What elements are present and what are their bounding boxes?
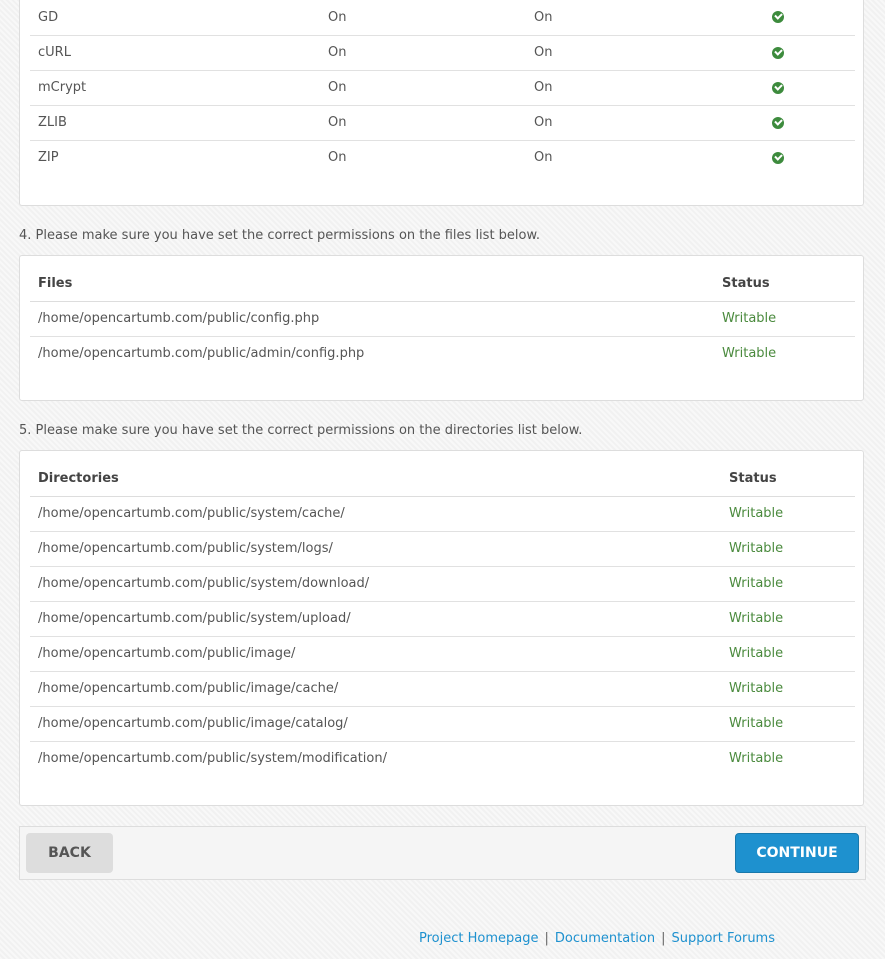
check-circle-icon [772, 116, 784, 129]
directories-table: Directories Status /home/opencartumb.com… [30, 461, 855, 776]
file-status: Writable [714, 335, 855, 371]
extension-current: On [320, 139, 526, 175]
table-row: /home/opencartumb.com/public/config.php … [30, 301, 855, 336]
table-row: /home/opencartumb.com/public/admin/confi… [30, 335, 855, 371]
directory-status: Writable [721, 530, 855, 566]
status-column-header: Status [721, 461, 855, 497]
documentation-link[interactable]: Documentation [555, 931, 655, 946]
extension-name: mCrypt [30, 69, 320, 105]
table-row: /home/opencartumb.com/public/system/uplo… [30, 600, 855, 636]
directory-path: /home/opencartumb.com/public/system/logs… [30, 530, 721, 566]
table-row: /home/opencartumb.com/public/image/catal… [30, 705, 855, 741]
check-circle-icon [772, 151, 784, 164]
directories-column-header: Directories [30, 461, 721, 497]
table-row: cURL On On [30, 34, 855, 70]
table-header-row: Directories Status [30, 461, 855, 497]
extensions-table: GD On On cURL On On mCrypt On On ZLIB On… [30, 0, 855, 175]
directory-path: /home/opencartumb.com/public/system/modi… [30, 740, 721, 776]
directory-path: /home/opencartumb.com/public/system/uplo… [30, 600, 721, 636]
back-button[interactable]: BACK [26, 833, 113, 873]
directory-status: Writable [721, 740, 855, 776]
check-circle-icon [772, 81, 784, 94]
extension-name: ZIP [30, 139, 320, 175]
extension-status [772, 0, 855, 35]
table-row: /home/opencartumb.com/public/system/logs… [30, 530, 855, 566]
extension-current: On [320, 104, 526, 140]
table-row: /home/opencartumb.com/public/image/cache… [30, 670, 855, 706]
directories-panel: Directories Status /home/opencartumb.com… [19, 450, 864, 806]
extension-current: On [328, 9, 347, 25]
directory-path: /home/opencartumb.com/public/system/down… [30, 565, 721, 601]
directory-status: Writable [721, 600, 855, 636]
continue-button[interactable]: CONTINUE [735, 833, 859, 873]
extension-required: On [526, 69, 772, 105]
extension-status [772, 139, 855, 175]
footer-separator: | [661, 931, 666, 946]
extension-required: On [526, 34, 772, 70]
directory-path: /home/opencartumb.com/public/image/ [30, 635, 721, 671]
table-header-row: Files Status [30, 266, 855, 302]
button-bar: BACK CONTINUE [19, 826, 866, 880]
files-column-header: Files [30, 266, 714, 302]
footer-separator: | [544, 931, 549, 946]
directory-path: /home/opencartumb.com/public/system/cach… [38, 506, 345, 521]
extension-name: GD [38, 9, 59, 25]
extension-status [772, 69, 855, 105]
directory-status: Writable [721, 565, 855, 601]
extension-required: On [526, 139, 772, 175]
files-instruction: 4. Please make sure you have set the cor… [19, 228, 541, 243]
table-row: /home/opencartumb.com/public/system/modi… [30, 740, 855, 776]
directory-path: /home/opencartumb.com/public/image/cache… [30, 670, 721, 706]
table-row: /home/opencartumb.com/public/system/cach… [30, 496, 855, 531]
extension-status [772, 104, 855, 140]
status-column-header: Status [714, 266, 855, 302]
extension-required: On [534, 9, 553, 25]
extension-current: On [320, 69, 526, 105]
table-row: ZLIB On On [30, 104, 855, 140]
project-homepage-link[interactable]: Project Homepage [419, 931, 538, 946]
extension-required: On [526, 104, 772, 140]
extension-current: On [320, 34, 526, 70]
file-path: /home/opencartumb.com/public/admin/confi… [30, 335, 714, 371]
extension-name: ZLIB [30, 104, 320, 140]
check-circle-icon [772, 46, 784, 59]
file-status: Writable [722, 311, 777, 326]
files-table: Files Status /home/opencartumb.com/publi… [30, 266, 855, 371]
files-panel: Files Status /home/opencartumb.com/publi… [19, 255, 864, 401]
support-forums-link[interactable]: Support Forums [671, 931, 775, 946]
table-row: /home/opencartumb.com/public/system/down… [30, 565, 855, 601]
directory-status: Writable [729, 506, 784, 521]
check-circle-icon [772, 11, 784, 24]
extensions-panel: GD On On cURL On On mCrypt On On ZLIB On… [19, 0, 864, 206]
directories-instruction: 5. Please make sure you have set the cor… [19, 423, 583, 438]
directory-status: Writable [721, 705, 855, 741]
directory-status: Writable [721, 670, 855, 706]
extension-name: cURL [30, 34, 320, 70]
table-row: GD On On [30, 0, 855, 35]
footer-links: Project Homepage | Documentation | Support F… [419, 931, 775, 946]
directory-path: /home/opencartumb.com/public/image/catal… [30, 705, 721, 741]
extension-status [772, 34, 855, 70]
table-row: ZIP On On [30, 139, 855, 175]
file-path: /home/opencartumb.com/public/config.php [38, 311, 320, 326]
table-row: mCrypt On On [30, 69, 855, 105]
table-row: /home/opencartumb.com/public/image/ Writ… [30, 635, 855, 671]
directory-status: Writable [721, 635, 855, 671]
